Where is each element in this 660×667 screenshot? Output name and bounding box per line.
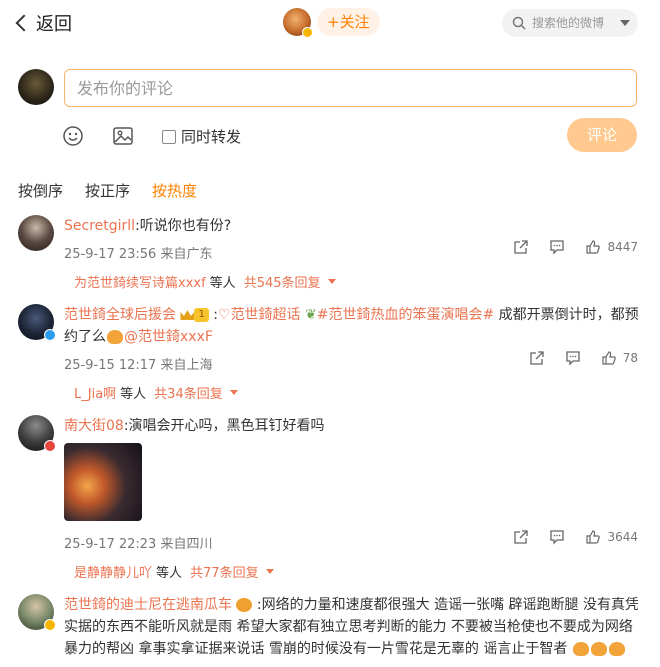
thumbs-up-icon bbox=[586, 530, 601, 544]
expand-replies-icon[interactable] bbox=[229, 390, 238, 395]
submit-comment-button[interactable]: 评论 bbox=[567, 118, 637, 152]
share-button[interactable] bbox=[529, 350, 545, 366]
share-button[interactable] bbox=[513, 239, 529, 255]
repost-checkbox[interactable]: 同时转发 bbox=[162, 126, 241, 147]
comment-item: Secretgirll:听说你也有份? 25-9-17 23:56 来自广东 为… bbox=[18, 215, 638, 295]
fan-level-badge: 1 bbox=[194, 308, 209, 322]
pumpkin-badge-icon bbox=[236, 598, 253, 612]
comment-icon bbox=[550, 530, 565, 545]
top-bar: 返回 +关注 bbox=[0, 0, 660, 46]
emoji-icon bbox=[608, 642, 625, 656]
search-input[interactable] bbox=[532, 16, 614, 30]
back-label: 返回 bbox=[36, 14, 72, 35]
hashtag-link[interactable]: #范世錡热血的笨蛋演唱会# bbox=[317, 307, 494, 323]
comment-icon bbox=[550, 240, 565, 255]
avatar[interactable] bbox=[18, 415, 56, 452]
image-icon[interactable] bbox=[112, 125, 134, 147]
back-button[interactable]: 返回 bbox=[14, 10, 72, 36]
verified-badge-icon bbox=[302, 27, 313, 38]
like-button[interactable]: 3644 bbox=[585, 529, 638, 545]
avatar[interactable] bbox=[18, 304, 56, 341]
comment-text: 范世錡全球后援会 1 :♡范世錡超话 ❦#范世錡热血的笨蛋演唱会# 成都开票倒计… bbox=[64, 307, 639, 345]
sort-tab-reverse[interactable]: 按倒序 bbox=[18, 180, 63, 201]
expand-replies-icon[interactable] bbox=[327, 279, 336, 284]
comment-text: 范世錡的迪士尼在逃南瓜车 :网络的力量和速度都很强大 造谣一张嘴 辟谣跑断腿 没… bbox=[64, 597, 638, 657]
verified-badge-icon bbox=[44, 329, 56, 341]
share-icon bbox=[514, 240, 529, 254]
chevron-left-icon bbox=[15, 14, 33, 32]
comment-actions: 78 bbox=[509, 350, 638, 366]
like-count: 3644 bbox=[607, 530, 638, 544]
search-box[interactable] bbox=[502, 9, 638, 37]
sort-tab-forward[interactable]: 按正序 bbox=[85, 180, 130, 201]
thumbs-up-icon bbox=[602, 351, 616, 365]
comment-username[interactable]: Secretgirll bbox=[64, 218, 135, 234]
member-badge-icon bbox=[44, 440, 56, 452]
comment-input[interactable] bbox=[64, 69, 637, 107]
emoji-icon[interactable] bbox=[62, 125, 84, 147]
sort-tabs: 按倒序 按正序 按热度 bbox=[18, 180, 197, 201]
author-avatar[interactable] bbox=[283, 8, 313, 38]
mention-link[interactable]: @范世錡xxxF bbox=[124, 329, 213, 345]
checkbox-icon[interactable] bbox=[162, 129, 176, 144]
reply-summary[interactable]: L_Jia啊 等人 共34条回复 bbox=[74, 383, 640, 402]
emoji-icon bbox=[107, 330, 123, 344]
comment-actions: 8447 bbox=[493, 239, 638, 255]
emoji-icon bbox=[590, 642, 607, 656]
like-count: 78 bbox=[622, 351, 638, 365]
avatar[interactable] bbox=[18, 215, 54, 251]
supertopic-link[interactable]: 范世錡超话 bbox=[231, 307, 301, 323]
reply-summary[interactable]: 是静静静儿吖 等人 共77条回复 bbox=[74, 562, 640, 581]
emoji-icon bbox=[572, 642, 589, 656]
reply-button[interactable] bbox=[565, 350, 581, 366]
author-follow: +关注 bbox=[283, 8, 380, 38]
like-count: 8447 bbox=[607, 240, 638, 254]
expand-replies-icon[interactable] bbox=[265, 569, 274, 574]
comment-item: 范世錡全球后援会 1 :♡范世錡超话 ❦#范世錡热血的笨蛋演唱会# 成都开票倒计… bbox=[18, 304, 640, 404]
share-button[interactable] bbox=[513, 529, 529, 545]
crown-icon bbox=[180, 310, 195, 320]
avatar[interactable] bbox=[18, 594, 56, 631]
repost-label: 同时转发 bbox=[181, 128, 242, 146]
reply-button[interactable] bbox=[549, 529, 565, 545]
sort-tab-hot[interactable]: 按热度 bbox=[152, 180, 197, 201]
thumbs-up-icon bbox=[586, 240, 601, 254]
share-icon bbox=[530, 351, 544, 365]
comment-item: 范世錡的迪士尼在逃南瓜车 :网络的力量和速度都很强大 造谣一张嘴 辟谣跑断腿 没… bbox=[18, 594, 638, 667]
comment-item: 南大街08:演唱会开心吗，黑色耳钉好看吗 25-9-17 22:23 来自四川 … bbox=[18, 415, 638, 585]
comment-username[interactable]: 南大街08 bbox=[64, 418, 124, 434]
search-dropdown-icon[interactable] bbox=[620, 20, 630, 26]
like-button[interactable]: 8447 bbox=[585, 239, 638, 255]
follow-button[interactable]: +关注 bbox=[317, 8, 380, 36]
leaf-emoji-icon: ❦ bbox=[305, 307, 317, 323]
verified-badge-icon bbox=[44, 619, 56, 631]
comment-text: Secretgirll:听说你也有份? bbox=[64, 218, 232, 234]
my-avatar bbox=[18, 69, 54, 105]
share-icon bbox=[514, 530, 529, 544]
comment-username[interactable]: 范世錡的迪士尼在逃南瓜车 bbox=[64, 597, 232, 613]
like-button[interactable]: 78 bbox=[601, 350, 638, 366]
comment-text: 南大街08:演唱会开心吗，黑色耳钉好看吗 bbox=[64, 418, 325, 434]
comment-image[interactable] bbox=[64, 443, 142, 521]
supertopic-icon: ♡ bbox=[218, 307, 231, 323]
comment-username[interactable]: 范世錡全球后援会 bbox=[64, 307, 176, 323]
reply-button[interactable] bbox=[549, 239, 565, 255]
search-icon bbox=[512, 16, 526, 30]
comment-actions: 3644 bbox=[493, 529, 638, 545]
reply-summary[interactable]: 为范世錡续写诗篇xxxf 等人 共545条回复 bbox=[74, 272, 640, 291]
comment-icon bbox=[566, 351, 580, 366]
